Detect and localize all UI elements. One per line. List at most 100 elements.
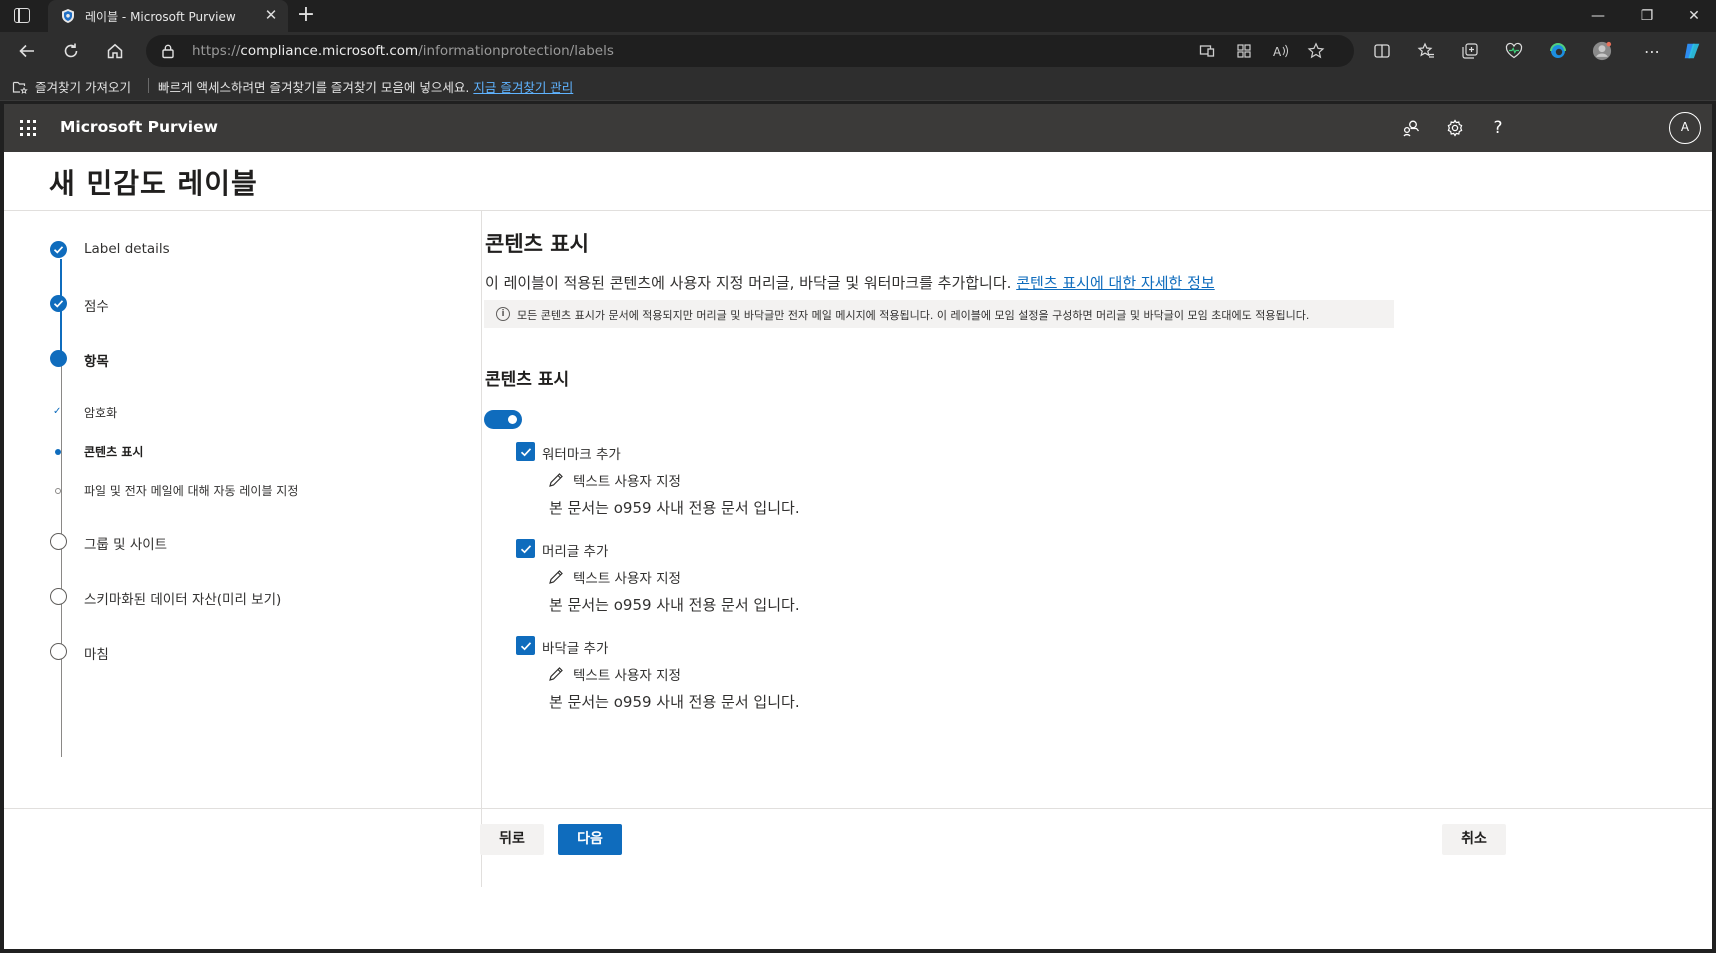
favorites-icon[interactable]: [1416, 41, 1436, 61]
refresh-icon[interactable]: [58, 38, 84, 64]
app-header: Microsoft Purview ? A: [4, 104, 1712, 152]
substep-label: 암호화: [84, 406, 118, 420]
content-marking-toggle[interactable]: [484, 410, 522, 429]
wizard-stepper: Label details 점수 항목 ✓ 암호화 콘텐츠 표시 파일 및 전자…: [4, 211, 482, 887]
address-bar[interactable]: https://compliance.microsoft.com/informa…: [146, 35, 1354, 67]
split-screen-icon[interactable]: [1372, 41, 1392, 61]
stepper-connector: [61, 359, 62, 757]
step-label: 스키마화된 데이터 자산(미리 보기): [84, 592, 282, 608]
checkmark-icon: [520, 447, 531, 456]
lock-icon[interactable]: [160, 43, 176, 59]
collections-icon[interactable]: [1460, 41, 1480, 61]
copilot-icon[interactable]: [1682, 41, 1702, 61]
info-message-bar: i 모든 콘텐츠 표시가 문서에 적용되지만 머리글 및 바닥글만 전자 메일 …: [484, 300, 1394, 328]
step-label: 그룹 및 사이트: [84, 537, 168, 553]
header-customize-text-button[interactable]: 텍스트 사용자 지정: [548, 567, 681, 587]
step-label: Label details: [84, 241, 170, 257]
browser-essentials-icon[interactable]: [1504, 41, 1524, 61]
header-text: 본 문서는 o959 사내 전용 문서 입니다.: [549, 596, 800, 614]
customize-text-label: 텍스트 사용자 지정: [573, 571, 681, 587]
substep-pending-dot: [55, 488, 61, 494]
footer-checkbox-label[interactable]: 바닥글 추가: [542, 637, 608, 657]
home-icon[interactable]: [102, 38, 128, 64]
checkmark-icon: [520, 544, 531, 553]
page-title: 새 민감도 레이블: [49, 167, 258, 200]
toggle-knob: [508, 415, 517, 424]
footer-divider: [4, 808, 1712, 809]
pencil-icon: [549, 473, 563, 487]
favorites-bar: 즐겨찾기 가져오기 빠르게 액세스하려면 즐겨찾기를 즐겨찾기 모음에 넣으세요…: [0, 70, 1716, 101]
app-name[interactable]: Microsoft Purview: [60, 118, 218, 136]
header-checkbox[interactable]: [516, 539, 535, 558]
step-pending-circle: [50, 588, 67, 605]
user-avatar[interactable]: A: [1669, 112, 1701, 144]
watermark-checkbox[interactable]: [516, 442, 535, 461]
watermark-customize-text-button[interactable]: 텍스트 사용자 지정: [548, 470, 681, 490]
watermark-checkbox-label[interactable]: 워터마크 추가: [542, 443, 621, 463]
next-button[interactable]: 다음: [558, 824, 622, 855]
import-favorites-icon: [12, 81, 28, 94]
read-aloud-icon[interactable]: A: [1272, 42, 1290, 60]
footer-text: 본 문서는 o959 사내 전용 문서 입니다.: [549, 693, 800, 711]
content-heading: 콘텐츠 표시: [485, 232, 589, 256]
more-options-icon[interactable]: ⋯: [1642, 41, 1662, 61]
content-description: 이 레이블이 적용된 콘텐츠에 사용자 지정 머리글, 바닥글 및 워터마크를 …: [485, 274, 1215, 292]
url-text[interactable]: https://compliance.microsoft.com/informa…: [192, 43, 614, 59]
extensions-grid-icon[interactable]: [1235, 42, 1253, 60]
step-complete-check-icon: [50, 241, 67, 258]
step-current-indicator: [50, 350, 67, 367]
app-available-icon[interactable]: [1198, 42, 1216, 60]
edge-extension-icon[interactable]: [1548, 41, 1568, 61]
step-label: 마침: [84, 647, 109, 663]
learn-more-link[interactable]: 콘텐츠 표시에 대한 자세한 정보: [1016, 274, 1214, 292]
minimize-icon[interactable]: —: [1582, 4, 1614, 28]
close-window-icon[interactable]: ✕: [1678, 4, 1710, 28]
step-label: 항목: [84, 354, 109, 370]
browser-toolbar: https://compliance.microsoft.com/informa…: [0, 32, 1716, 70]
svg-text:A: A: [1273, 45, 1282, 59]
help-icon[interactable]: ?: [1488, 118, 1508, 138]
substep-current-dot: [55, 449, 61, 455]
feedback-icon[interactable]: [1401, 118, 1421, 138]
substep-label: 콘텐츠 표시: [84, 445, 144, 459]
step-complete-check-icon: [50, 295, 67, 312]
tab-title: 레이블 - Microsoft Purview: [85, 10, 236, 24]
back-icon[interactable]: [14, 38, 40, 64]
header-checkbox-label[interactable]: 머리글 추가: [542, 540, 608, 560]
profile-avatar-icon[interactable]: [1592, 41, 1612, 61]
customize-text-label: 텍스트 사용자 지정: [573, 668, 681, 684]
info-icon: i: [496, 307, 510, 321]
favorites-import-label: 즐겨찾기 가져오기: [35, 80, 131, 95]
app-launcher-icon[interactable]: [20, 120, 36, 136]
manage-favorites-link[interactable]: 지금 즐겨찾기 관리: [473, 80, 573, 95]
new-tab-icon[interactable]: +: [294, 4, 318, 28]
substep-label: 파일 및 전자 메일에 대해 자동 레이블 지정: [84, 484, 299, 498]
favorites-message: 빠르게 액세스하려면 즐겨찾기를 즐겨찾기 모음에 넣으세요. 지금 즐겨찾기 관…: [158, 80, 574, 95]
substep-check-icon: ✓: [53, 406, 62, 417]
browser-tab-active[interactable]: 레이블 - Microsoft Purview ✕: [48, 0, 288, 32]
browser-titlebar: 레이블 - Microsoft Purview ✕ + — ❐ ✕: [0, 0, 1716, 32]
pencil-icon: [549, 570, 563, 584]
cancel-button[interactable]: 취소: [1442, 824, 1506, 855]
purview-app: Microsoft Purview ? A 새 민감도 레이블 Label de…: [4, 104, 1712, 949]
settings-gear-icon[interactable]: [1445, 118, 1465, 138]
section-heading: 콘텐츠 표시: [485, 370, 570, 390]
pencil-icon: [549, 667, 563, 681]
footer-customize-text-button[interactable]: 텍스트 사용자 지정: [548, 664, 681, 684]
checkmark-icon: [520, 641, 531, 650]
favorite-star-icon[interactable]: [1307, 42, 1325, 60]
back-button[interactable]: 뒤로: [480, 824, 544, 855]
info-text: 모든 콘텐츠 표시가 문서에 적용되지만 머리글 및 바닥글만 전자 메일 메시…: [517, 309, 1310, 322]
step-label: 점수: [84, 299, 109, 315]
footer-checkbox[interactable]: [516, 636, 535, 655]
favorites-import-button[interactable]: 즐겨찾기 가져오기: [12, 77, 131, 96]
favorites-separator: [148, 78, 149, 93]
customize-text-label: 텍스트 사용자 지정: [573, 474, 681, 490]
restore-icon[interactable]: ❐: [1631, 4, 1663, 28]
step-pending-circle: [50, 533, 67, 550]
watermark-text: 본 문서는 o959 사내 전용 문서 입니다.: [549, 499, 800, 517]
step-pending-circle: [50, 643, 67, 660]
purview-shield-icon: [62, 9, 74, 23]
tab-close-icon[interactable]: ✕: [262, 6, 280, 24]
tab-actions-icon[interactable]: [14, 8, 30, 23]
